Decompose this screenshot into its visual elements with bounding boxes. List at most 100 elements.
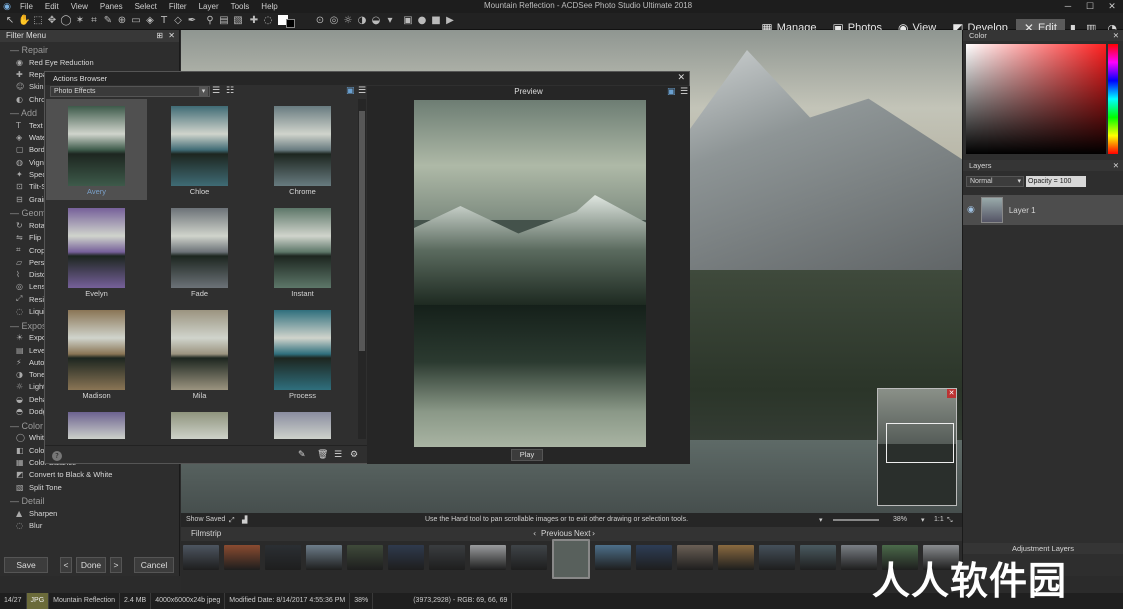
effect-tile[interactable]: Chloe bbox=[149, 99, 250, 200]
fill-icon[interactable]: ◈ bbox=[144, 15, 156, 27]
stop-icon[interactable]: ■ bbox=[430, 15, 442, 27]
minimize-icon[interactable]: ─ bbox=[1057, 0, 1079, 13]
menu-filter[interactable]: Filter bbox=[163, 2, 193, 11]
effect-tile[interactable]: Mila bbox=[149, 303, 250, 404]
filter-section-header[interactable]: — Repair bbox=[0, 42, 179, 56]
filmstrip-thumbnail[interactable] bbox=[306, 545, 342, 570]
gradient-swatch-icon[interactable]: ▧ bbox=[232, 15, 244, 27]
next-button[interactable]: > bbox=[110, 557, 122, 573]
menu-help[interactable]: Help bbox=[255, 2, 283, 11]
red-eye-tool-icon[interactable]: ◎ bbox=[328, 15, 340, 27]
menu-edit[interactable]: Edit bbox=[39, 2, 65, 11]
effect-tile[interactable]: Evelyn bbox=[46, 201, 147, 302]
category-select[interactable]: Photo Effects ▾ bbox=[50, 86, 210, 97]
menu-select[interactable]: Select bbox=[129, 2, 163, 11]
navigator-close-icon[interactable]: ✕ bbox=[947, 389, 956, 398]
filmstrip-thumbnail[interactable] bbox=[636, 545, 672, 570]
delete-action-icon[interactable]: 🗑 bbox=[317, 450, 328, 460]
previous-arrow-icon[interactable]: ‹ bbox=[533, 527, 536, 541]
play-tool-icon[interactable]: ▶ bbox=[444, 15, 456, 27]
edit-action-icon[interactable]: ✎ bbox=[298, 450, 306, 460]
filmstrip-thumbnail[interactable] bbox=[511, 545, 547, 570]
filter-item[interactable]: ▧ Split Tone bbox=[0, 481, 179, 493]
move-icon[interactable]: ✥ bbox=[46, 15, 58, 27]
menu-panes[interactable]: Panes bbox=[94, 2, 129, 11]
color-panel-close-icon[interactable]: ✕ bbox=[1113, 30, 1119, 41]
fullscreen-icon[interactable]: ⤡ bbox=[947, 513, 953, 527]
filmstrip-thumbnail[interactable] bbox=[429, 545, 465, 570]
visibility-eye-icon[interactable]: ◉ bbox=[967, 205, 975, 215]
zoom-tool-icon[interactable]: ⊙ bbox=[314, 15, 326, 27]
menu-file[interactable]: File bbox=[14, 2, 39, 11]
effects-scrollbar[interactable] bbox=[358, 99, 366, 439]
lasso-icon[interactable]: ◯ bbox=[60, 15, 72, 27]
filter-item[interactable]: ▲ Sharpen bbox=[0, 507, 179, 519]
effect-tile[interactable]: Process bbox=[252, 303, 353, 404]
eraser-icon[interactable]: ▭ bbox=[130, 15, 142, 27]
square-tool-icon[interactable]: ▣ bbox=[402, 15, 414, 27]
action-list-icon[interactable]: ☰ bbox=[334, 450, 342, 460]
maximize-icon[interactable]: ☐ bbox=[1079, 0, 1101, 13]
effect-tile[interactable] bbox=[252, 405, 353, 439]
filmstrip-thumbnail[interactable] bbox=[759, 545, 795, 570]
filmstrip-thumbnail[interactable] bbox=[718, 545, 754, 570]
effect-tile[interactable]: Fade bbox=[149, 201, 250, 302]
crop-icon[interactable]: ⌗ bbox=[88, 15, 100, 27]
detail-view-icon[interactable]: ☷ bbox=[226, 86, 234, 96]
brush-icon[interactable]: ✎ bbox=[102, 15, 114, 27]
filmstrip-thumbnail[interactable] bbox=[677, 545, 713, 570]
filmstrip-thumbnail[interactable] bbox=[552, 539, 590, 579]
filter-item[interactable]: ◌ Blur bbox=[0, 520, 179, 532]
done-button[interactable]: Done bbox=[76, 557, 106, 573]
blur-tool-icon[interactable]: ◌ bbox=[262, 15, 274, 27]
pane-menu-icon[interactable]: ☰ bbox=[358, 86, 366, 96]
layer-row[interactable]: ◉ Layer 1 bbox=[963, 195, 1123, 225]
filter-item[interactable]: ◩ Convert to Black & White bbox=[0, 469, 179, 481]
zoom-dropdown-icon[interactable]: ▾ bbox=[819, 513, 823, 527]
background-color-icon[interactable] bbox=[286, 19, 295, 28]
magic-wand-icon[interactable]: ✶ bbox=[74, 15, 86, 27]
effect-tile[interactable]: Chrome bbox=[252, 99, 353, 200]
more-tools-icon[interactable]: ▾ bbox=[384, 15, 396, 27]
dropper-icon[interactable]: ⚲ bbox=[204, 15, 216, 27]
scrollbar-thumb[interactable] bbox=[359, 111, 365, 351]
filter-item[interactable]: ◉ Red Eye Reduction bbox=[0, 56, 179, 68]
filmstrip-thumbnail[interactable] bbox=[183, 545, 219, 570]
menu-tools[interactable]: Tools bbox=[225, 2, 256, 11]
close-icon[interactable]: ✕ bbox=[1101, 0, 1123, 13]
layers-panel-close-icon[interactable]: ✕ bbox=[1113, 160, 1119, 171]
color-tool-icon[interactable]: ◑ bbox=[356, 15, 368, 27]
cancel-button[interactable]: Cancel bbox=[134, 557, 174, 573]
help-icon[interactable]: ? bbox=[52, 451, 62, 461]
effect-tile[interactable]: Instant bbox=[252, 201, 353, 302]
filmstrip-thumbnail[interactable] bbox=[470, 545, 506, 570]
fit-icon[interactable]: ⤢ bbox=[229, 513, 235, 527]
filmstrip-thumbnail[interactable] bbox=[800, 545, 836, 570]
filmstrip-thumbnail[interactable] bbox=[347, 545, 383, 570]
panel-close-icon[interactable]: ✕ bbox=[168, 30, 175, 42]
filmstrip-thumbnail[interactable] bbox=[595, 545, 631, 570]
effect-tile[interactable]: Avery bbox=[46, 99, 147, 200]
text-tool-icon[interactable]: T bbox=[158, 15, 170, 27]
dialog-close-icon[interactable]: ✕ bbox=[677, 72, 685, 85]
gradient-icon[interactable]: ▤ bbox=[218, 15, 230, 27]
clone-icon[interactable]: ⊕ bbox=[116, 15, 128, 27]
list-view-icon[interactable]: ☰ bbox=[212, 86, 220, 96]
shape-icon[interactable]: ◇ bbox=[172, 15, 184, 27]
dodge-tool-icon[interactable]: ◒ bbox=[370, 15, 382, 27]
color-picker[interactable] bbox=[966, 44, 1106, 154]
actual-size-button[interactable]: 1:1 bbox=[934, 513, 944, 527]
navigator-viewport-frame[interactable] bbox=[886, 423, 954, 463]
previous-button[interactable]: < bbox=[60, 557, 72, 573]
show-saved-button[interactable]: Show Saved bbox=[186, 513, 225, 527]
filmstrip-thumbnail[interactable] bbox=[265, 545, 301, 570]
next-arrow-icon[interactable]: › bbox=[592, 527, 595, 541]
heal-icon[interactable]: ✚ bbox=[248, 15, 260, 27]
select-arrow-icon[interactable]: ↖ bbox=[4, 15, 16, 27]
blend-mode-select[interactable]: Normal ▾ bbox=[966, 176, 1024, 187]
zoom-slider[interactable] bbox=[833, 519, 879, 521]
hue-slider[interactable] bbox=[1108, 44, 1118, 154]
rect-select-icon[interactable]: ⬚ bbox=[32, 15, 44, 27]
menu-layer[interactable]: Layer bbox=[193, 2, 225, 11]
pin-icon[interactable]: ⊞ bbox=[156, 30, 163, 42]
